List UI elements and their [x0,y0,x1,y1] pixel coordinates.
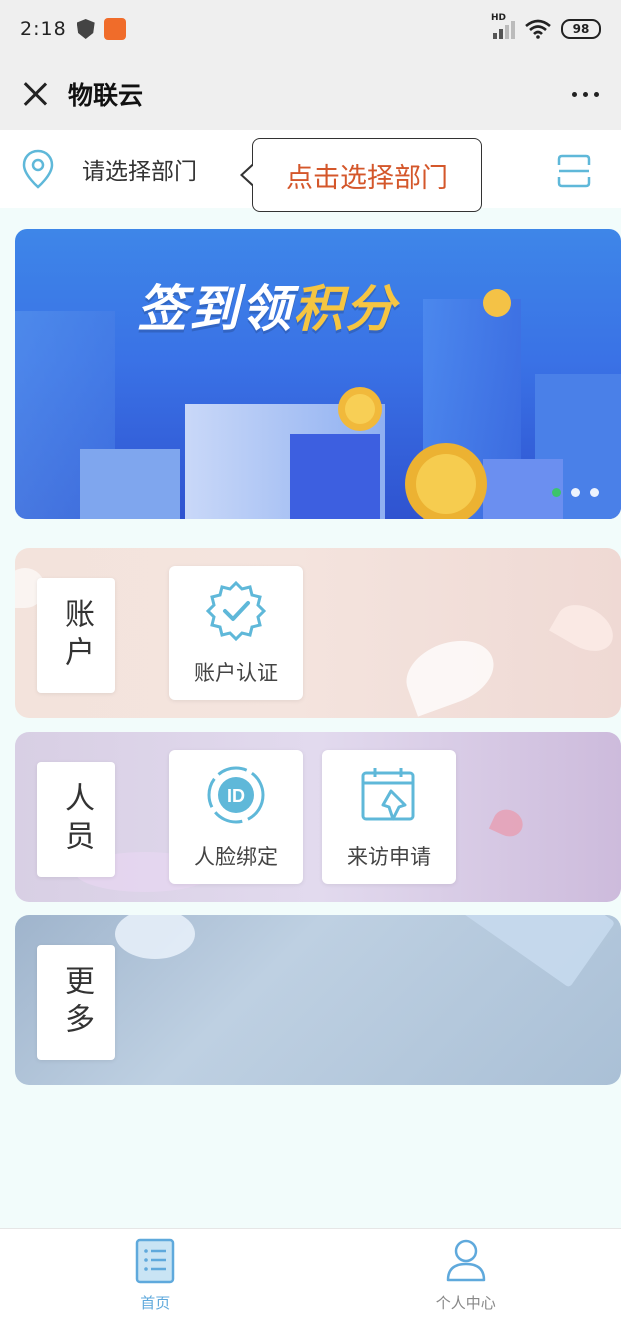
decorative-petal [397,629,503,717]
calendar-pin-icon [361,768,415,821]
scan-qr-icon[interactable] [557,154,591,188]
nav-profile[interactable]: 个人中心 [311,1229,621,1321]
department-selector-bar: 请选择部门 点击选择部门 [0,130,621,212]
decorative-petal [488,804,528,842]
section-account: 账户 账户认证 [15,548,621,718]
status-bar: 2:18 HD 98 [0,0,621,58]
status-indicators: HD 98 [491,13,601,39]
banner-title-highlight: 积分 [293,280,397,338]
title-bar: 物联云 [0,58,621,130]
department-tooltip: 点击选择部门 [240,138,482,212]
banner-carousel[interactable]: 签到领积分 [15,229,621,519]
visit-request-tile[interactable]: 来访申请 [322,750,456,884]
carousel-dot[interactable] [552,488,561,497]
section-more: 更多 [15,915,621,1085]
account-verify-tile[interactable]: 账户认证 [169,566,303,700]
coin-icon [483,289,511,317]
face-id-icon: ID [207,766,265,824]
banner-building [290,434,380,519]
svg-text:ID: ID [227,786,245,806]
wifi-icon [525,19,551,39]
section-people: 人员 ID 人脸绑定 来访申请 [15,732,621,902]
carousel-dot[interactable] [590,488,599,497]
nav-home[interactable]: 首页 [0,1229,311,1321]
section-label-account: 账户 [37,578,115,693]
banner-title: 签到领积分 [137,269,397,341]
face-binding-tile[interactable]: ID 人脸绑定 [169,750,303,884]
battery-indicator: 98 [561,19,601,39]
banner-building [483,459,563,519]
person-icon [446,1239,485,1281]
banner-title-plain: 签到领 [137,280,293,338]
status-time: 2:18 [20,18,67,40]
section-label-people: 人员 [37,762,115,877]
carousel-indicators [552,488,599,497]
shield-icon [76,19,95,39]
close-icon[interactable] [22,81,48,107]
network-type-label: HD [491,13,507,23]
coin-icon [338,387,382,431]
nav-label: 首页 [140,1293,171,1312]
tile-label: 人脸绑定 [194,845,278,869]
department-select[interactable]: 请选择部门 [82,152,197,186]
section-label-more: 更多 [37,945,115,1060]
app-notification-icon [103,18,126,40]
location-pin-icon [22,149,54,189]
tile-label: 账户认证 [194,661,278,685]
carousel-dot[interactable] [571,488,580,497]
decorative-paper [454,915,616,988]
nav-label: 个人中心 [435,1293,496,1312]
bottom-nav: 首页 个人中心 [0,1228,621,1321]
page-title: 物联云 [68,81,144,110]
more-options-icon[interactable] [572,91,599,97]
banner-building [80,449,180,519]
decorative-petal [549,595,621,661]
verified-badge-icon [205,580,267,642]
signal-icon: HD [491,13,515,39]
home-list-icon [136,1238,175,1283]
decorative-flower [115,915,195,959]
coin-icon [405,443,487,519]
tile-label: 来访申请 [347,845,431,869]
